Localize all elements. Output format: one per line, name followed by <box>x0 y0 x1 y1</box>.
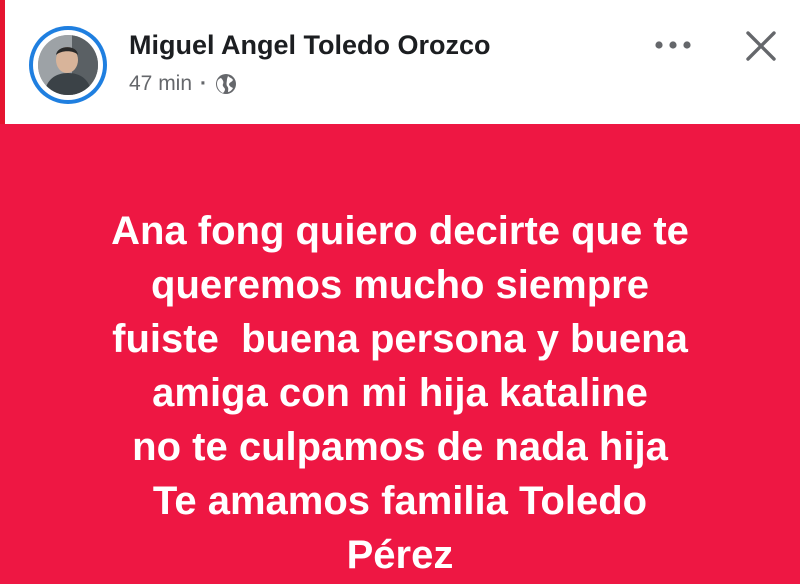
post-text-line: Te amamos familia Toledo <box>152 479 648 523</box>
post-body: Ana fong quiero decirte que te queremos … <box>0 124 800 584</box>
more-options-icon[interactable] <box>649 30 697 60</box>
post-text-line: Ana fong quiero decirte que te <box>111 209 689 253</box>
facebook-post: Miguel Angel Toledo Orozco 47 min · Ana … <box>0 0 800 584</box>
post-timestamp[interactable]: 47 min <box>129 72 192 96</box>
post-text: Ana fong quiero decirte que te queremos … <box>40 204 760 582</box>
post-text-line: Pérez <box>346 533 454 577</box>
author-name[interactable]: Miguel Angel Toledo Orozco <box>129 30 491 61</box>
post-meta: 47 min · <box>129 72 237 96</box>
close-icon[interactable] <box>741 26 781 66</box>
avatar-story-ring[interactable] <box>29 26 107 104</box>
avatar[interactable] <box>38 35 98 95</box>
meta-separator: · <box>200 72 208 95</box>
post-text-line: no te culpamos de nada hija <box>132 425 668 469</box>
post-header: Miguel Angel Toledo Orozco 47 min · <box>0 0 800 124</box>
post-text-line: fuiste buena persona y buena <box>112 317 688 361</box>
avatar-photo <box>38 35 98 95</box>
post-text-line: amiga con mi hija kataline <box>152 371 648 415</box>
post-text-line: queremos mucho siempre <box>151 263 649 307</box>
globe-icon <box>216 74 237 94</box>
